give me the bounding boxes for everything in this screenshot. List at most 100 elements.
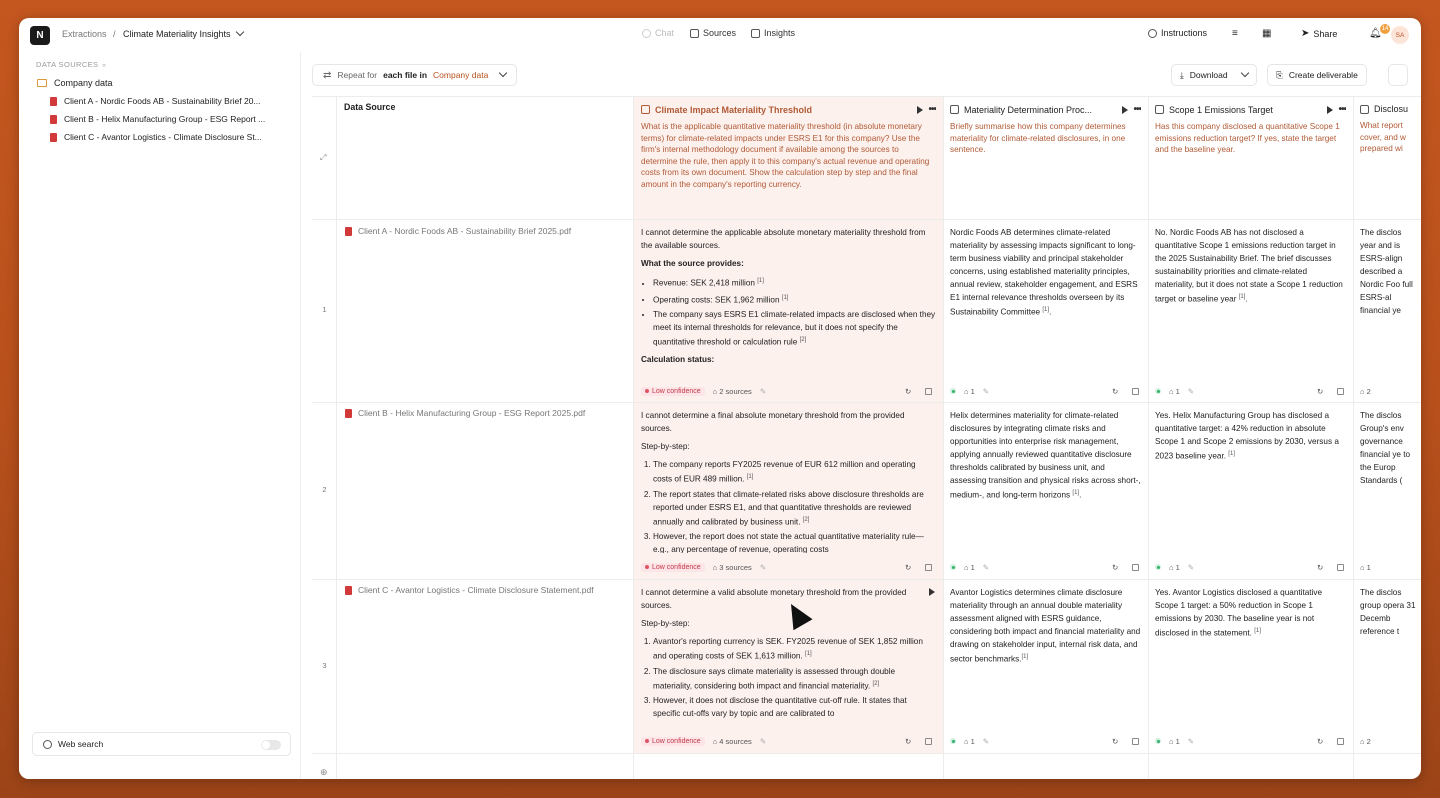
- answer-cell[interactable]: No. Nordic Foods AB has not disclosed a …: [1148, 220, 1353, 380]
- pin-icon[interactable]: ⌅: [101, 60, 108, 69]
- sources-count[interactable]: ⌂ 1: [964, 387, 975, 396]
- copy-icon[interactable]: [1337, 387, 1344, 395]
- sources-count[interactable]: ⌂ 2: [1360, 387, 1371, 396]
- status-ok-icon: [950, 388, 956, 394]
- copy-icon[interactable]: [1337, 737, 1344, 745]
- column-header[interactable]: Climate Impact Materiality Threshold ••• …: [634, 97, 943, 219]
- column-header[interactable]: Materiality Determination Proc... ••• Bri…: [943, 97, 1148, 219]
- sources-count[interactable]: ⌂ 4 sources: [713, 737, 752, 746]
- tab-chat[interactable]: Chat: [642, 28, 674, 38]
- repeat-for-selector[interactable]: ⇄ Repeat for each file in Company data: [312, 64, 518, 86]
- feedback-icon[interactable]: ✎: [760, 737, 766, 746]
- copy-icon[interactable]: [925, 387, 932, 395]
- expand-icon[interactable]: ⤢: [320, 153, 326, 163]
- answer-cell[interactable]: I cannot determine the applicable absolu…: [634, 220, 943, 380]
- create-deliverable-button[interactable]: ⎘ Create deliverable: [1267, 64, 1367, 86]
- sources-count[interactable]: ⌂ 1: [1360, 563, 1371, 572]
- sources-count[interactable]: ⌂ 1: [1169, 563, 1180, 572]
- copy-icon[interactable]: [1132, 387, 1139, 395]
- tab-insights[interactable]: Insights: [751, 28, 795, 38]
- play-icon[interactable]: [917, 105, 924, 114]
- status-ok-icon: [1155, 738, 1161, 744]
- refresh-icon[interactable]: ↻: [1112, 737, 1118, 746]
- web-search-label: Web search: [58, 739, 104, 749]
- more-icon[interactable]: •••: [1338, 104, 1346, 115]
- refresh-icon[interactable]: ↻: [905, 387, 911, 396]
- answer-cell[interactable]: The disclos Group's env governance finan…: [1353, 403, 1421, 553]
- app-logo[interactable]: N: [30, 26, 50, 45]
- feedback-icon[interactable]: ✎: [983, 563, 989, 572]
- answer-cell[interactable]: Helix determines materiality for climate…: [943, 403, 1148, 553]
- tab-sources[interactable]: Sources: [690, 28, 736, 38]
- share-button[interactable]: ➤ Share: [1301, 28, 1337, 39]
- sidebar-file[interactable]: Client B - Helix Manufacturing Group - E…: [50, 114, 265, 124]
- refresh-icon[interactable]: ↻: [1112, 563, 1118, 572]
- avatar[interactable]: SA: [1391, 26, 1409, 44]
- refresh-icon[interactable]: ↻: [1317, 387, 1323, 396]
- refresh-icon[interactable]: ↻: [1317, 737, 1323, 746]
- copy-icon[interactable]: [1132, 737, 1139, 745]
- answer-cell[interactable]: The disclos year and is ESRS-align descr…: [1353, 220, 1421, 380]
- feedback-icon[interactable]: ✎: [760, 387, 766, 396]
- play-icon[interactable]: [1327, 105, 1334, 114]
- copy-icon[interactable]: [925, 563, 932, 571]
- row-source-file[interactable]: Client B - Helix Manufacturing Group - E…: [345, 408, 585, 418]
- instructions-button[interactable]: Instructions: [1148, 28, 1207, 38]
- answer-cell[interactable]: The disclos group opera 31 Decemb refere…: [1353, 580, 1421, 728]
- filter-button[interactable]: ≡: [1232, 28, 1238, 39]
- sources-count[interactable]: ⌂ 1: [964, 737, 975, 746]
- sources-count[interactable]: ⌂ 1: [1169, 387, 1180, 396]
- feedback-icon[interactable]: ✎: [1188, 737, 1194, 746]
- feedback-icon[interactable]: ✎: [1188, 563, 1194, 572]
- cell-footer: Low confidence ⌂ 4 sources ✎ ↻: [641, 734, 932, 748]
- refresh-icon[interactable]: ↻: [1317, 563, 1323, 572]
- answer-cell[interactable]: Nordic Foods AB determines climate-relat…: [943, 220, 1148, 380]
- run-all-button[interactable]: [1388, 64, 1408, 86]
- breadcrumb-separator: /: [113, 29, 116, 39]
- chevron-down-icon[interactable]: [1240, 68, 1249, 78]
- breadcrumb-current[interactable]: Climate Materiality Insights: [123, 27, 244, 39]
- column-header[interactable]: Disclosu What report cover, and w prepar…: [1353, 97, 1421, 219]
- refresh-icon[interactable]: ↻: [905, 563, 911, 572]
- row-source-file[interactable]: Client C - Avantor Logistics - Climate D…: [345, 585, 594, 595]
- copy-icon[interactable]: [925, 737, 932, 745]
- answer-cell[interactable]: Avantor Logistics determines climate dis…: [943, 580, 1148, 728]
- copy-icon[interactable]: [1337, 563, 1344, 571]
- sources-count[interactable]: ⌂ 1: [964, 563, 975, 572]
- refresh-icon[interactable]: ↻: [1112, 387, 1118, 396]
- layout-button[interactable]: ▦: [1262, 28, 1271, 39]
- sources-count[interactable]: ⌂ 1: [1169, 737, 1180, 746]
- column-type-icon: [641, 105, 650, 114]
- web-search-toggle[interactable]: [261, 740, 281, 750]
- feedback-icon[interactable]: ✎: [983, 737, 989, 746]
- answer-cell[interactable]: I cannot determine a valid absolute mone…: [634, 580, 943, 728]
- more-icon[interactable]: •••: [1133, 104, 1141, 115]
- sources-count[interactable]: ⌂ 2: [1360, 737, 1371, 746]
- sidebar-file[interactable]: Client A - Nordic Foods AB - Sustainabil…: [50, 96, 261, 106]
- refresh-icon[interactable]: ↻: [905, 737, 911, 746]
- download-button[interactable]: ⤓ Download: [1171, 64, 1257, 86]
- answer-cell[interactable]: I cannot determine a final absolute mone…: [634, 403, 943, 553]
- column-header[interactable]: Scope 1 Emissions Target ••• Has this com…: [1148, 97, 1353, 219]
- feedback-icon[interactable]: ✎: [1188, 387, 1194, 396]
- play-icon[interactable]: [1122, 105, 1129, 114]
- copy-icon[interactable]: [1132, 563, 1139, 571]
- breadcrumb-extractions[interactable]: Extractions: [62, 29, 107, 39]
- answer-cell[interactable]: Yes. Helix Manufacturing Group has discl…: [1148, 403, 1353, 553]
- add-row-icon[interactable]: ⊕: [320, 767, 328, 778]
- sidebar-file[interactable]: Client C - Avantor Logistics - Climate D…: [50, 132, 262, 142]
- feedback-icon[interactable]: ✎: [760, 563, 766, 572]
- sidebar-folder-company-data[interactable]: Company data: [37, 78, 113, 88]
- insights-icon: [751, 28, 760, 38]
- sources-count[interactable]: ⌂ 2 sources: [713, 387, 752, 396]
- column-question: Has this company disclosed a quantitativ…: [1155, 122, 1340, 155]
- row-source-file[interactable]: Client A - Nordic Foods AB - Sustainabil…: [345, 226, 571, 236]
- feedback-icon[interactable]: ✎: [983, 387, 989, 396]
- data-sources-heading: DATA SOURCES ⌅: [36, 60, 108, 69]
- answer-cell[interactable]: Yes. Avantor Logistics disclosed a quant…: [1148, 580, 1353, 728]
- more-icon[interactable]: •••: [928, 104, 936, 115]
- pdf-icon: [50, 132, 57, 142]
- play-icon[interactable]: [929, 588, 935, 596]
- cell-footer: ⌂ 1 ✎ ↻: [1155, 384, 1347, 398]
- sources-count[interactable]: ⌂ 3 sources: [713, 563, 752, 572]
